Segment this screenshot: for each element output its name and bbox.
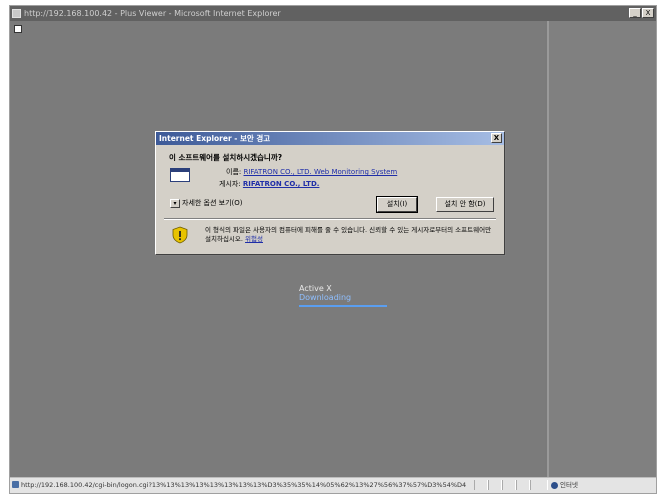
risk-link[interactable]: 위험성 <box>245 235 263 243</box>
broken-image-icon <box>14 25 22 33</box>
publisher-label: 게시자: <box>219 180 241 188</box>
status-cell <box>488 480 502 490</box>
publisher-row: 게시자: RIFATRON CO., LTD. <box>219 179 319 189</box>
download-progress-fill <box>299 305 387 307</box>
status-cell <box>530 480 548 490</box>
warning-shield-icon <box>172 226 188 244</box>
name-label: 이름: <box>226 168 242 176</box>
dont-install-button[interactable]: 설치 안 함(D) <box>436 197 494 212</box>
dialog-title: Internet Explorer - 보안 경고 <box>159 134 271 143</box>
name-row: 이름: RIFATRON CO., LTD. Web Monitoring Sy… <box>226 167 397 177</box>
close-window-button[interactable]: X <box>642 8 654 18</box>
more-options-label: 자세한 옵션 보기(O) <box>182 199 243 207</box>
right-pane <box>547 21 656 480</box>
status-cell <box>502 480 516 490</box>
page-icon <box>12 481 19 488</box>
warning-text: 이 형식의 파일은 사용자의 컴퓨터에 피해를 줄 수 있습니다. 신뢰할 수 … <box>205 226 497 244</box>
title-bar: http://192.168.100.42 - Plus Viewer - Mi… <box>10 6 656 21</box>
globe-icon <box>551 482 558 489</box>
status-cell <box>474 480 488 490</box>
window-controls: _ X <box>629 8 654 18</box>
status-cell <box>516 480 530 490</box>
dialog-divider <box>164 218 496 220</box>
software-package-icon <box>170 168 190 182</box>
activex-status: Downloading <box>299 293 352 302</box>
security-zone: 인터넷 <box>560 481 578 489</box>
install-button[interactable]: 설치(I) <box>376 196 418 213</box>
window-title: http://192.168.100.42 - Plus Viewer - Mi… <box>24 9 281 18</box>
install-question: 이 소프트웨어를 설치하시겠습니까? <box>169 153 283 162</box>
dialog-close-button[interactable]: X <box>491 133 502 143</box>
status-url: http://192.168.100.42/cgi-bin/logon.cgi?… <box>21 481 467 489</box>
more-options-toggle[interactable]: ▾ 자세한 옵션 보기(O) <box>170 197 254 209</box>
publisher-link[interactable]: RIFATRON CO., LTD. <box>243 180 320 188</box>
chevron-down-icon: ▾ <box>170 198 180 208</box>
security-warning-dialog: Internet Explorer - 보안 경고 X 이 소프트웨어를 설치하… <box>155 131 505 255</box>
download-progress-bar <box>299 305 387 307</box>
status-bar: http://192.168.100.42/cgi-bin/logon.cgi?… <box>10 477 656 493</box>
minimize-button[interactable]: _ <box>629 8 641 18</box>
software-name-link[interactable]: RIFATRON CO., LTD. Web Monitoring System <box>243 168 397 176</box>
dialog-title-bar: Internet Explorer - 보안 경고 X <box>156 132 504 145</box>
ie-icon <box>12 9 21 18</box>
